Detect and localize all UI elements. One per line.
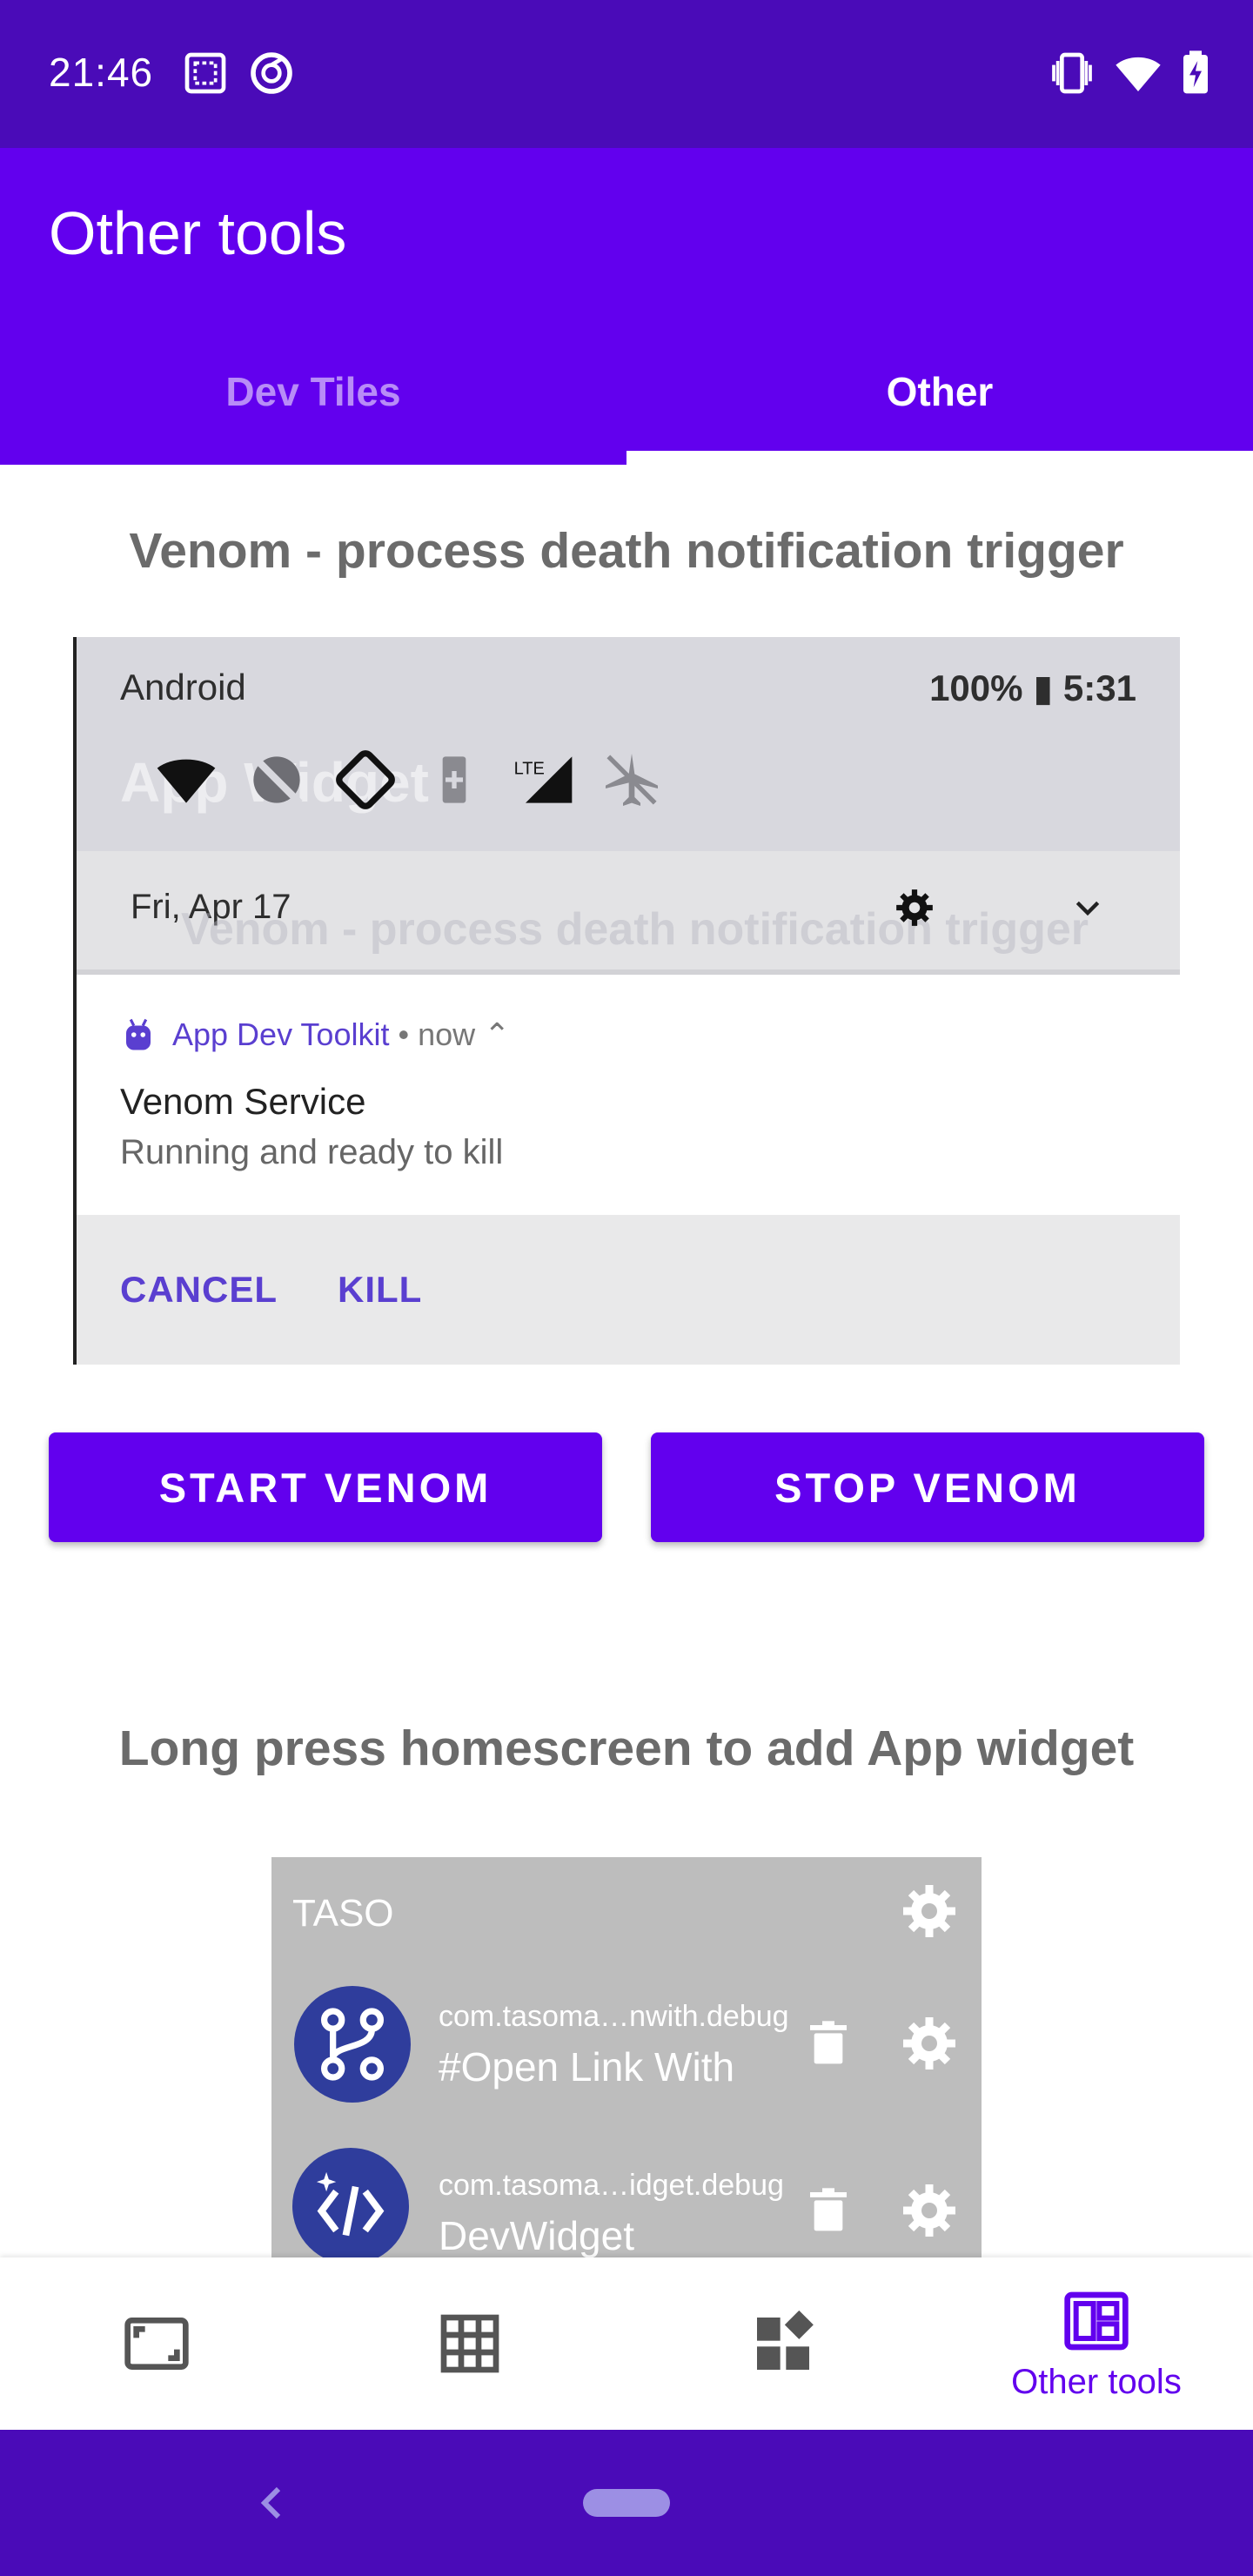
auto-rotate-icon [336,750,395,809]
widgets-icon [757,2310,814,2370]
airplane-mode-icon [606,754,658,806]
nav-item-grid[interactable] [397,2257,543,2430]
widget-heading: Long press homescreen to add App widget [118,1721,1135,1776]
settings-icon [903,2184,955,2237]
preview-app-time: • now ⌃ [398,1016,511,1052]
preview-app-row: App Dev Toolkit • now ⌃ [120,1016,510,1053]
widget-item-name: #Open Link With [439,2044,735,2090]
app-android-icon [126,1018,151,1050]
battery-charging-icon [1183,50,1208,94]
grid-icon [440,2314,499,2373]
bottom-navigation: Other tools [0,2257,1253,2430]
status-time: 21:46 [49,50,154,95]
branch-icon [294,1986,411,2103]
chevron-down-icon [1075,901,1100,916]
preview-notification: App Dev Toolkit • now ⌃ Venom Service Ru… [77,975,1180,1215]
start-venom-button[interactable]: START VENOM [49,1432,602,1542]
preview-carrier: Android [120,667,246,708]
status-bar: 21:46 [0,0,1253,148]
tab-other-label: Other [886,369,994,414]
code-icon [292,2148,409,2257]
mobile-data-icon: LTE [514,756,573,803]
stop-venom-button[interactable]: STOP VENOM [651,1432,1204,1542]
widget-item-package: com.tasoma…idget.debug [439,2169,784,2202]
screen-frame-icon [124,2318,189,2370]
widget-item-package: com.tasoma…nwith.debug [439,2000,789,2033]
tab-bar: Dev Tiles Other [0,319,1253,465]
app-bar: Other tools [0,148,1253,319]
dashboard-icon [1064,2291,1129,2350]
tab-dev-tiles[interactable]: Dev Tiles [0,319,626,465]
widget-item-name: DevWidget [439,2213,634,2257]
preview-ghost-text-2: Venom - process death notification trigg… [181,904,1089,955]
data-saver-off-icon [251,754,303,806]
preview-date-row: Fri, Apr 17 Venom - process death notifi… [77,851,1180,975]
venom-heading: Venom - process death notification trigg… [129,523,1124,579]
venom-notification-preview: Android 100% ▮ 5:31 App Widget LTE Fri, … [73,637,1180,1365]
tab-other[interactable]: Other [626,319,1253,465]
tab-dev-tiles-label: Dev Tiles [225,369,401,414]
preview-notification-text: Running and ready to kill [120,1133,504,1171]
app-widget-preview: TASO com.tasoma…nwith.debug #Open Link W… [271,1857,982,2257]
widget-title: TASO [292,1892,394,1935]
do-not-disturb-icon [251,52,292,94]
preview-notification-title: Venom Service [120,1081,366,1122]
delete-icon [810,2021,847,2064]
wifi-icon [157,759,216,803]
screenshot-icon [184,52,226,94]
nav-item-screen[interactable] [84,2257,230,2430]
battery-saver-icon [442,756,466,803]
preview-actions: CANCEL KILL [77,1215,1180,1365]
preview-quick-settings: Android 100% ▮ 5:31 App Widget LTE [77,637,1180,851]
nav-item-widgets[interactable] [710,2257,856,2430]
wifi-icon [1116,57,1161,91]
widget-settings-icon [903,1885,955,1937]
preview-cancel-action: CANCEL [120,1269,278,1310]
page-title: Other tools [49,199,347,267]
nav-item-other-tools[interactable]: Other tools [975,2257,1218,2430]
svg-text:LTE: LTE [514,759,545,778]
home-pill[interactable] [583,2489,670,2517]
preview-kill-action: KILL [338,1269,423,1310]
nav-label-other-tools: Other tools [1011,2362,1182,2401]
settings-icon [896,889,933,926]
back-icon[interactable] [251,2475,292,2531]
tab-indicator [626,451,1253,465]
vibrate-icon [1052,52,1092,94]
delete-icon [810,2188,847,2231]
preview-app-name: App Dev Toolkit [172,1016,390,1052]
preview-battery-time: 100% ▮ 5:31 [929,667,1136,708]
system-navigation-bar [0,2430,1253,2576]
settings-icon [903,2017,955,2070]
